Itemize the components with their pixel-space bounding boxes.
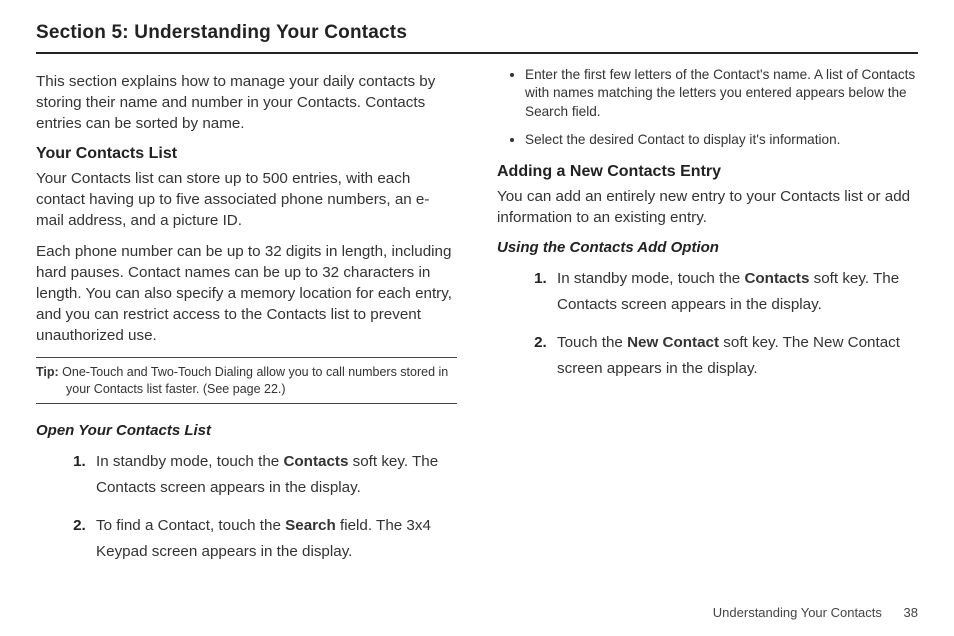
- page-number: 38: [904, 605, 918, 620]
- add-step-1: In standby mode, touch the Contacts soft…: [551, 266, 918, 318]
- page-footer: Understanding Your Contacts 38: [713, 605, 918, 620]
- your-contacts-paragraph-1: Your Contacts list can store up to 500 e…: [36, 169, 457, 232]
- heading-open-contacts: Open Your Contacts List: [36, 422, 457, 439]
- tip-label: Tip:: [36, 365, 59, 379]
- add-step-2a: Touch the: [557, 334, 627, 351]
- add-option-steps: In standby mode, touch the Contacts soft…: [497, 266, 918, 381]
- your-contacts-paragraph-2: Each phone number can be up to 32 digits…: [36, 242, 457, 347]
- footer-text: Understanding Your Contacts: [713, 605, 882, 620]
- tip-box: Tip: One-Touch and Two-Touch Dialing all…: [36, 357, 457, 405]
- intro-paragraph: This section explains how to manage your…: [36, 72, 457, 135]
- section-title: Section 5: Understanding Your Contacts: [36, 18, 918, 54]
- adding-entry-paragraph: You can add an entirely new entry to you…: [497, 187, 918, 229]
- search-bullets: Enter the first few letters of the Conta…: [497, 66, 918, 149]
- open-step-1a: In standby mode, touch the: [96, 453, 283, 470]
- add-step-2: Touch the New Contact soft key. The New …: [551, 330, 918, 382]
- open-step-1b: Contacts: [283, 453, 348, 470]
- right-column: Enter the first few letters of the Conta…: [497, 66, 918, 577]
- open-step-1: In standby mode, touch the Contacts soft…: [90, 449, 457, 501]
- heading-using-add-option: Using the Contacts Add Option: [497, 239, 918, 256]
- page: Section 5: Understanding Your Contacts T…: [0, 0, 954, 636]
- content-columns: This section explains how to manage your…: [36, 66, 918, 577]
- heading-your-contacts-list: Your Contacts List: [36, 145, 457, 163]
- add-step-1a: In standby mode, touch the: [557, 270, 744, 287]
- open-step-2: To find a Contact, touch the Search fiel…: [90, 513, 457, 565]
- left-column: This section explains how to manage your…: [36, 66, 457, 577]
- add-step-1b: Contacts: [744, 270, 809, 287]
- tip-text-line2: your Contacts list faster. (See page 22.…: [66, 381, 457, 398]
- heading-adding-entry: Adding a New Contacts Entry: [497, 163, 918, 181]
- search-bullet-2: Select the desired Contact to display it…: [525, 131, 918, 149]
- add-step-2b: New Contact: [627, 334, 719, 351]
- search-bullet-1: Enter the first few letters of the Conta…: [525, 66, 918, 121]
- open-step-2a: To find a Contact, touch the: [96, 517, 285, 534]
- tip-text-line1: One-Touch and Two-Touch Dialing allow yo…: [59, 365, 449, 379]
- open-step-2b: Search: [285, 517, 336, 534]
- open-contacts-steps: In standby mode, touch the Contacts soft…: [36, 449, 457, 564]
